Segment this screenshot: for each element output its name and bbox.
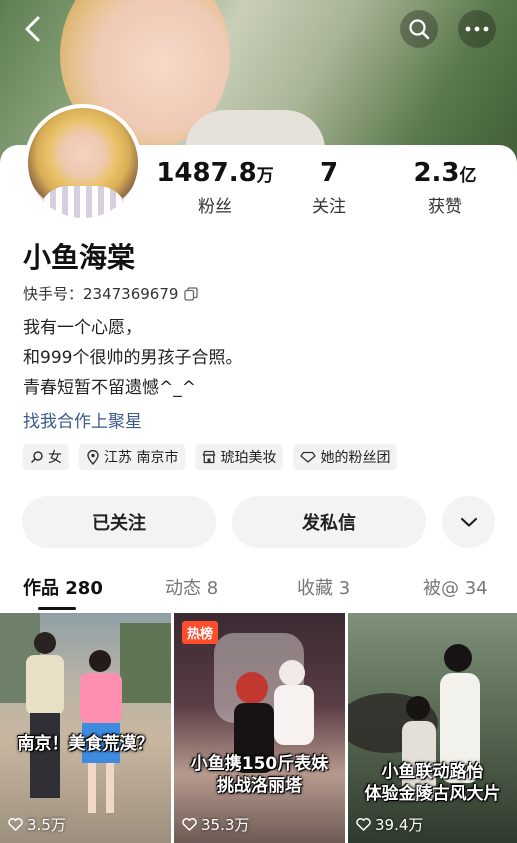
more-dots-icon (465, 26, 489, 32)
video-title: 南京！美食荒漠？ (17, 734, 154, 754)
stat-value: 1487.8 (156, 158, 257, 188)
video-tile[interactable]: 南京！美食荒漠？ 3.5万 (0, 613, 171, 843)
fan-group-icon (300, 451, 317, 463)
video-title-line: 体验金陵古风大片 (364, 784, 501, 804)
bio-line: 青春短暂不留遗憾^_^ (23, 378, 196, 398)
tag-label: 琥珀美妆 (220, 450, 277, 466)
kuaishou-id-row[interactable]: 快手号：2347369679 (23, 283, 199, 304)
tab-moments[interactable]: 动态 8 (165, 574, 218, 600)
video-title: 小鱼携150斤表妹 挑战洛丽塔 (174, 753, 345, 797)
video-thumbnail-art (214, 633, 314, 773)
female-icon (30, 451, 43, 464)
profile-name: 小鱼海棠 (23, 241, 136, 274)
video-likes: 35.3万 (182, 814, 249, 835)
active-tab-indicator (38, 607, 76, 610)
video-title-line: 挑战洛丽塔 (217, 776, 302, 796)
heart-icon (356, 818, 371, 831)
hot-badge: 热榜 (182, 621, 219, 644)
chevron-down-icon (460, 517, 477, 527)
video-thumbnail-art (0, 613, 171, 813)
video-grid: 南京！美食荒漠？ 3.5万 热榜 小鱼携150斤表妹 挑战洛丽塔 35.3万 小… (0, 613, 517, 843)
likes-count: 39.4万 (375, 816, 424, 834)
tab-works[interactable]: 作品 280 (23, 574, 103, 600)
stat-label: 获赞 (428, 197, 462, 217)
video-likes: 39.4万 (356, 814, 423, 835)
bio-line: 我有一个心愿， (23, 318, 142, 338)
heart-icon (8, 818, 23, 831)
video-title: 小鱼联动路怡 体验金陵古风大片 (348, 761, 517, 805)
stat-label: 粉丝 (198, 197, 232, 217)
heart-icon (182, 818, 197, 831)
expand-button[interactable] (442, 496, 495, 548)
shop-tag[interactable]: 琥珀美妆 (195, 444, 284, 470)
stat-following[interactable]: 7 关注 (264, 158, 394, 217)
video-tile[interactable]: 小鱼联动路怡 体验金陵古风大片 39.4万 (348, 613, 517, 843)
message-button[interactable]: 发私信 (232, 496, 426, 548)
location-icon (87, 449, 99, 465)
stat-value: 2.3 (413, 158, 460, 188)
kuaishou-id: 快手号：2347369679 (23, 285, 179, 303)
shop-icon (203, 450, 216, 464)
more-button[interactable] (458, 10, 496, 48)
video-likes: 3.5万 (8, 814, 66, 835)
stat-value: 7 (319, 158, 339, 188)
video-title-line: 小鱼携150斤表妹 (190, 754, 329, 774)
tag-label: 江苏 南京市 (104, 450, 179, 466)
video-tile[interactable]: 热榜 小鱼携150斤表妹 挑战洛丽塔 35.3万 (174, 613, 345, 843)
video-title-line: 小鱼联动路怡 (381, 762, 484, 782)
copy-icon[interactable] (184, 286, 199, 301)
stat-likes[interactable]: 2.3亿 获赞 (380, 158, 510, 217)
search-button[interactable] (400, 10, 438, 48)
stat-followers[interactable]: 1487.8万 粉丝 (150, 158, 280, 217)
tag-label: 她的粉丝团 (320, 450, 391, 466)
stat-label: 关注 (312, 197, 346, 217)
tab-mentions[interactable]: 被@ 34 (423, 574, 488, 600)
search-icon (409, 19, 430, 40)
fan-group-tag[interactable]: 她的粉丝团 (293, 444, 398, 470)
back-arrow-icon (25, 16, 40, 42)
followed-button[interactable]: 已关注 (22, 496, 216, 548)
stat-unit: 亿 (459, 166, 477, 186)
tab-favorites[interactable]: 收藏 3 (297, 574, 350, 600)
likes-count: 3.5万 (27, 816, 66, 834)
avatar-shirt (38, 186, 128, 218)
video-thumbnail-art (348, 644, 480, 801)
location-tag[interactable]: 江苏 南京市 (79, 444, 186, 470)
content-tabs: 作品 280 动态 8 收藏 3 被@ 34 (0, 570, 517, 610)
likes-count: 35.3万 (201, 816, 250, 834)
gender-tag: 女 (23, 444, 69, 470)
cooperation-link[interactable]: 找我合作上聚星 (23, 407, 142, 432)
bio-line: 和999个很帅的男孩子合照。 (23, 348, 243, 368)
back-button[interactable] (18, 10, 48, 48)
tag-label: 女 (48, 450, 62, 466)
avatar[interactable] (24, 104, 142, 222)
profile-tags: 女 江苏 南京市 琥珀美妆 她的粉丝团 (23, 444, 398, 470)
